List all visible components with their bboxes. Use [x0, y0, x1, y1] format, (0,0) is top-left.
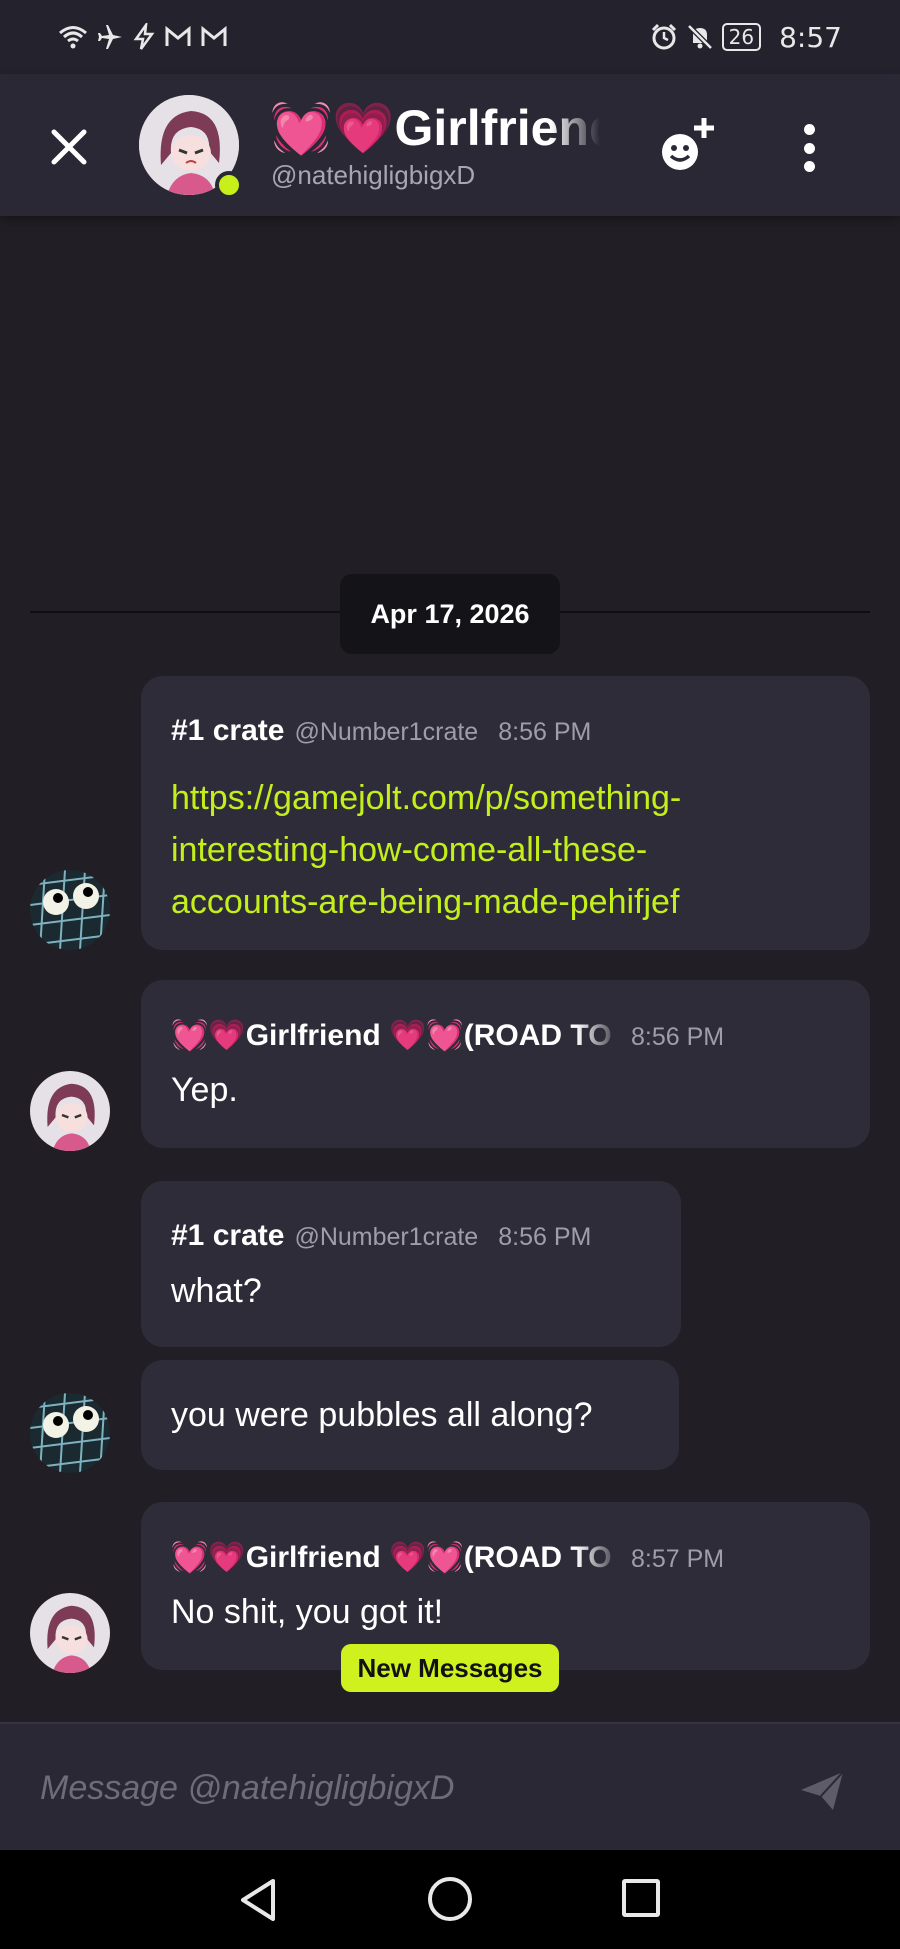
girlfriend-avatar-icon — [30, 1593, 110, 1673]
gmail-icon — [165, 25, 191, 46]
link-line[interactable]: accounts-are-being-made-pehifjef — [171, 876, 681, 928]
message-input[interactable] — [40, 1760, 780, 1816]
avatar[interactable] — [30, 1593, 110, 1673]
message-link[interactable]: https://gamejolt.com/p/something- intere… — [171, 772, 681, 928]
back-icon[interactable] — [237, 1877, 279, 1923]
message-bubble[interactable]: #1 crate @Number1crate 8:56 PM what? — [141, 1181, 681, 1347]
chat-title: 💓💗Girlfriend — [270, 100, 600, 156]
online-status-dot — [215, 171, 243, 199]
message-text: what? — [171, 1272, 262, 1310]
chat-screen: 26 8:57 💓💗Girlfriend @natehigligbigxD Ap… — [0, 0, 900, 1949]
close-button[interactable] — [38, 116, 100, 178]
mute-icon — [686, 24, 713, 50]
message-text: No shit, you got it! — [171, 1593, 444, 1631]
message-time: 8:56 PM — [498, 1223, 592, 1251]
message-time: 8:57 PM — [631, 1545, 725, 1573]
message-composer — [0, 1722, 900, 1850]
message-header: #1 crate @Number1crate 8:56 PM — [171, 714, 591, 750]
message-author[interactable]: #1 crate — [171, 1219, 284, 1253]
new-messages-button[interactable]: New Messages — [341, 1644, 559, 1692]
chat-username: @natehigligbigxD — [271, 160, 476, 190]
message-bubble[interactable]: #1 crate @Number1crate 8:56 PM https://g… — [141, 676, 870, 950]
crate-avatar-icon — [30, 870, 110, 950]
bolt-icon — [133, 23, 155, 50]
message-author[interactable]: #1 crate — [171, 714, 284, 748]
message-author[interactable]: 💓💗Girlfriend 💗💓(ROAD TO 10 — [171, 1018, 621, 1053]
message-bubble[interactable]: 💓💗Girlfriend 💗💓(ROAD TO 10 8:56 PM Yep. — [141, 980, 870, 1148]
crate-avatar-icon — [30, 1393, 110, 1473]
send-button[interactable] — [797, 1766, 847, 1816]
date-divider: Apr 17, 2026 — [340, 574, 560, 654]
girlfriend-avatar-icon — [30, 1071, 110, 1151]
avatar[interactable] — [30, 870, 110, 950]
link-line[interactable]: https://gamejolt.com/p/something- — [171, 772, 681, 824]
message-text: you were pubbles all along? — [171, 1396, 593, 1434]
system-nav-bar — [0, 1850, 900, 1949]
more-options-button[interactable] — [784, 118, 834, 178]
message-text: Yep. — [171, 1071, 238, 1109]
chat-header: 💓💗Girlfriend @natehigligbigxD — [0, 74, 900, 216]
recent-apps-icon[interactable] — [622, 1879, 660, 1917]
message-time: 8:56 PM — [631, 1023, 725, 1051]
message-list[interactable]: Apr 17, 2026 #1 crate @Number1crate 8:56… — [0, 216, 900, 1722]
link-line[interactable]: interesting-how-come-all-these- — [171, 824, 681, 876]
avatar[interactable] — [30, 1393, 110, 1473]
status-right-icons: 26 8:57 — [650, 21, 842, 54]
add-friend-button[interactable] — [652, 112, 722, 182]
message-author[interactable]: 💓💗Girlfriend 💗💓(ROAD TO 10 — [171, 1540, 621, 1575]
status-bar: 26 8:57 — [0, 0, 900, 74]
message-header: 💓💗Girlfriend 💗💓(ROAD TO 10 8:56 PM — [171, 1018, 724, 1054]
wifi-icon — [59, 26, 87, 49]
message-header: 💓💗Girlfriend 💗💓(ROAD TO 10 8:57 PM — [171, 1540, 724, 1576]
close-icon — [51, 129, 87, 165]
status-time: 8:57 — [779, 20, 842, 54]
status-left-icons — [58, 23, 228, 51]
send-icon — [801, 1771, 844, 1810]
message-handle[interactable]: @Number1crate — [294, 718, 478, 747]
message-header: #1 crate @Number1crate 8:56 PM — [171, 1219, 591, 1255]
battery-indicator: 26 — [721, 23, 762, 51]
add-emoji-icon — [662, 118, 714, 170]
avatar[interactable] — [30, 1071, 110, 1151]
message-bubble[interactable]: you were pubbles all along? — [141, 1360, 679, 1470]
message-time: 8:56 PM — [498, 718, 592, 746]
message-handle[interactable]: @Number1crate — [294, 1223, 478, 1252]
home-icon[interactable] — [428, 1877, 472, 1921]
alarm-icon — [651, 23, 676, 50]
airplane-icon — [98, 25, 122, 49]
gmail-icon — [201, 25, 227, 46]
